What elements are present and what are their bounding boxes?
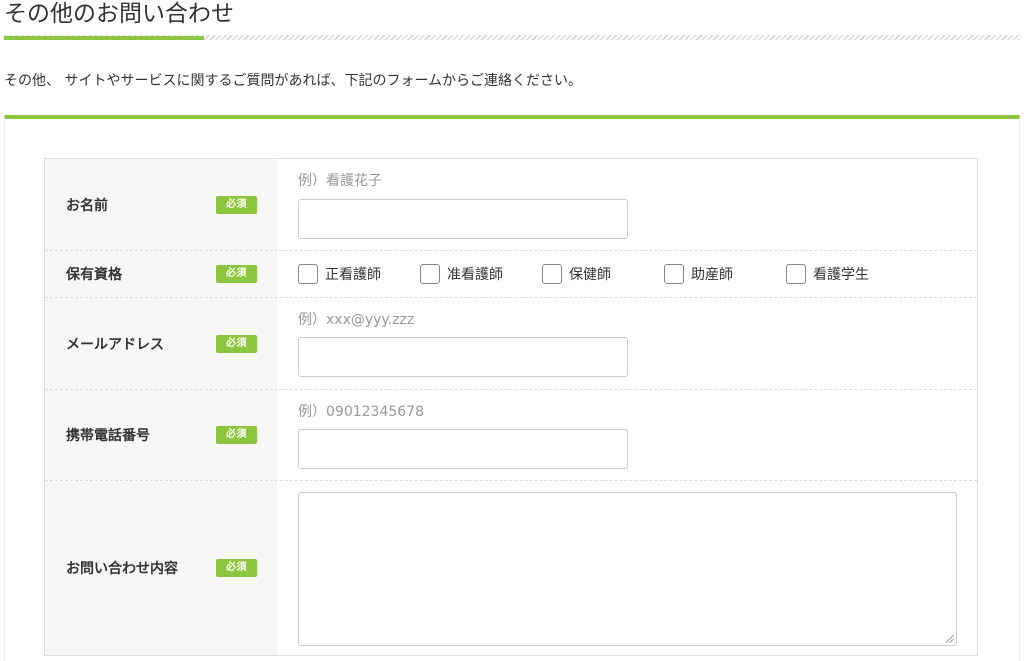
contact-form: お名前 必須 例）看護花子 保有資格 必須 正看護師 准看護師 保健師 助産師 … <box>44 158 978 656</box>
checkbox[interactable] <box>420 264 440 284</box>
title-divider-accent <box>4 36 204 40</box>
name-label: お名前 <box>66 197 108 214</box>
required-badge: 必須 <box>216 334 257 353</box>
form-row-inquiry: お問い合わせ内容 必須 <box>45 481 977 655</box>
qualification-option[interactable]: 助産師 <box>664 262 786 286</box>
checkbox[interactable] <box>664 264 684 284</box>
row-body: 例）xxx@yyy.zzz <box>277 298 977 389</box>
email-input[interactable] <box>298 337 628 377</box>
row-body: 例）09012345678 <box>277 390 977 480</box>
checkbox-label: 准看護師 <box>447 267 503 283</box>
row-head: お名前 必須 <box>45 159 277 250</box>
row-body: 正看護師 准看護師 保健師 助産師 看護学生 <box>277 251 977 297</box>
checkbox-label: 看護学生 <box>813 267 869 283</box>
row-head: 携帯電話番号 必須 <box>45 390 277 480</box>
resize-grip-icon[interactable] <box>944 633 954 643</box>
intro-text: その他、 サイトやサービスに関するご質問があれば、下記のフォームからご連絡くださ… <box>4 73 583 89</box>
row-head: メールアドレス 必須 <box>45 298 277 389</box>
row-head: 保有資格 必須 <box>45 251 277 297</box>
checkbox[interactable] <box>298 264 318 284</box>
qualification-option[interactable]: 保健師 <box>542 262 664 286</box>
email-label: メールアドレス <box>66 336 164 353</box>
qualification-option[interactable]: 准看護師 <box>420 262 542 286</box>
required-badge: 必須 <box>216 426 257 444</box>
form-row-phone: 携帯電話番号 必須 例）09012345678 <box>45 390 977 481</box>
phone-example: 例）09012345678 <box>298 404 424 420</box>
row-head: お問い合わせ内容 必須 <box>45 481 277 655</box>
checkbox[interactable] <box>542 264 562 284</box>
row-body <box>277 481 977 655</box>
name-input[interactable] <box>298 199 628 239</box>
page-title: その他のお問い合わせ <box>4 1 234 27</box>
checkbox-label: 保健師 <box>569 267 611 283</box>
required-badge: 必須 <box>216 195 257 214</box>
form-row-qualification: 保有資格 必須 正看護師 准看護師 保健師 助産師 看護学生 <box>45 251 977 298</box>
row-body: 例）看護花子 <box>277 159 977 250</box>
checkbox-label: 助産師 <box>691 267 733 283</box>
checkbox[interactable] <box>786 264 806 284</box>
inquiry-textarea[interactable] <box>298 492 957 646</box>
inquiry-label: お問い合わせ内容 <box>66 561 178 577</box>
qualification-options: 正看護師 准看護師 保健師 助産師 看護学生 <box>298 251 908 297</box>
form-row-email: メールアドレス 必須 例）xxx@yyy.zzz <box>45 298 977 390</box>
form-row-name: お名前 必須 例）看護花子 <box>45 159 977 251</box>
email-example: 例）xxx@yyy.zzz <box>298 312 415 328</box>
required-badge: 必須 <box>216 559 257 577</box>
qualification-option[interactable]: 看護学生 <box>786 262 908 286</box>
qualification-label: 保有資格 <box>66 267 122 283</box>
qualification-option[interactable]: 正看護師 <box>298 262 420 286</box>
phone-label: 携帯電話番号 <box>66 428 150 444</box>
required-badge: 必須 <box>216 265 257 283</box>
name-example: 例）看護花子 <box>298 173 382 189</box>
phone-input[interactable] <box>298 429 628 469</box>
checkbox-label: 正看護師 <box>325 267 381 283</box>
